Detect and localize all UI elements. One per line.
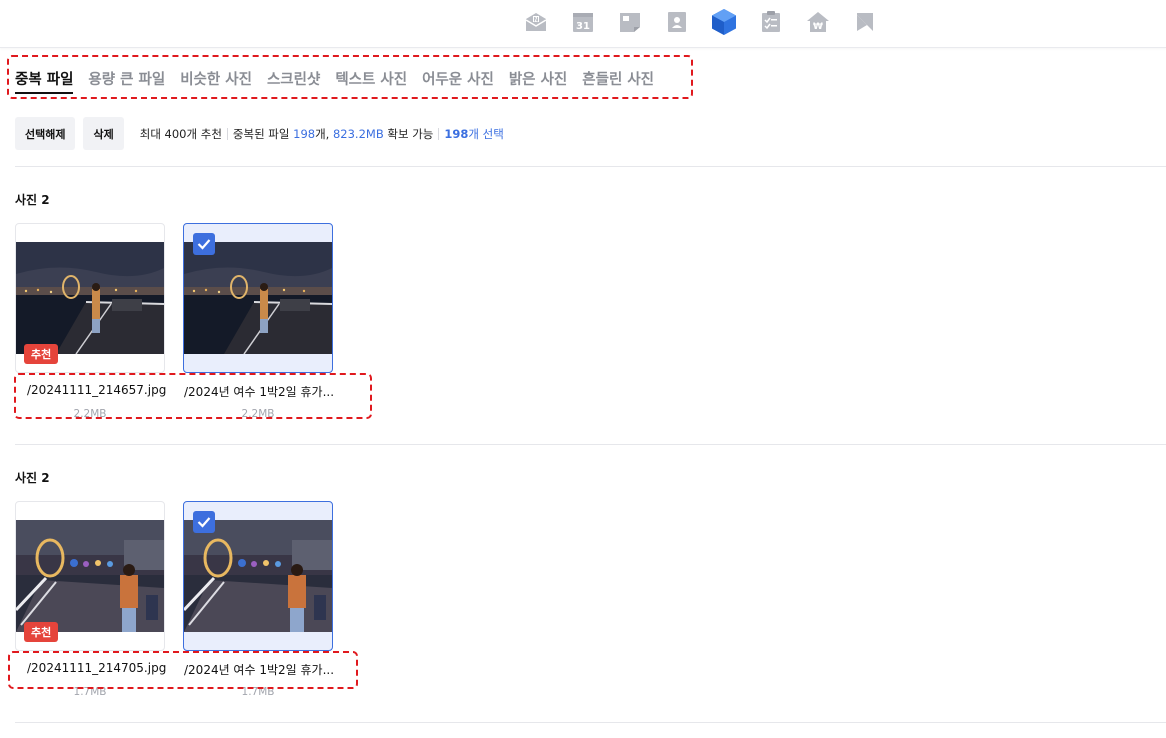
app-switcher-bar: N 31 ₩ — [0, 0, 1166, 48]
photo-card[interactable] — [183, 501, 333, 651]
category-tabs: 중복 파일 용량 큰 파일 비슷한 사진 스크린샷 텍스트 사진 어두운 사진 … — [15, 68, 669, 94]
file-name: /20241111_214657.jpg — [27, 383, 167, 397]
dup-suffix-text: 확보 가능 — [383, 126, 434, 141]
photo-thumbnail — [184, 520, 332, 632]
selected-count: 198 — [444, 126, 469, 141]
todo-icon[interactable] — [759, 10, 783, 34]
memo-icon[interactable] — [618, 10, 642, 34]
tab-similar-photos[interactable]: 비슷한 사진 — [180, 70, 252, 94]
recommend-badge: 추천 — [24, 344, 59, 364]
tab-blurry-photos[interactable]: 흔들린 사진 — [582, 70, 654, 94]
photo-card[interactable] — [183, 223, 333, 373]
tab-duplicate-files[interactable]: 중복 파일 — [15, 70, 74, 94]
bookmark-icon[interactable] — [853, 10, 877, 34]
tab-large-files[interactable]: 용량 큰 파일 — [88, 70, 165, 94]
deselect-button[interactable]: 선택해제 — [15, 117, 76, 150]
mail-icon[interactable]: N — [524, 10, 548, 34]
household-ledger-icon[interactable]: ₩ — [806, 10, 830, 34]
summary-info: 최대 400개 추천 중복된 파일 198 개, 823.2MB 확보 가능 1… — [140, 126, 504, 142]
divider — [15, 444, 1166, 445]
divider — [15, 166, 1166, 167]
tab-dark-photos[interactable]: 어두운 사진 — [422, 70, 494, 94]
action-toolbar: 선택해제 삭제 최대 400개 추천 중복된 파일 198 개, 823.2MB… — [15, 117, 504, 150]
selected-checkbox[interactable] — [193, 511, 215, 533]
recommend-badge: 추천 — [24, 622, 59, 642]
file-size: 2.2MB — [73, 408, 107, 420]
divider — [438, 127, 440, 140]
tab-screenshots[interactable]: 스크린샷 — [267, 70, 320, 94]
photo-thumbnail — [16, 520, 164, 632]
photo-card[interactable]: 추천 — [15, 223, 165, 373]
check-icon — [197, 239, 211, 250]
tab-text-photos[interactable]: 텍스트 사진 — [335, 70, 407, 94]
check-icon — [197, 517, 211, 528]
divider — [226, 127, 228, 140]
tab-bright-photos[interactable]: 밝은 사진 — [509, 70, 567, 94]
dup-prefix-text: 중복된 파일 — [232, 126, 294, 141]
selected-suffix-text: 개 선택 — [468, 126, 504, 141]
file-size: 1.7MB — [241, 686, 275, 698]
divider — [15, 722, 1166, 723]
svg-text:31: 31 — [576, 21, 590, 32]
delete-button[interactable]: 삭제 — [83, 117, 124, 150]
mybox-icon[interactable] — [711, 8, 737, 36]
dup-size: 823.2MB — [332, 126, 384, 141]
file-name: /2024년 여수 1박2일 휴가... — [184, 663, 335, 677]
max-recommend-text: 최대 400개 추천 — [139, 126, 222, 141]
group-title: 사진 2 — [15, 471, 50, 485]
calendar-icon[interactable]: 31 — [571, 10, 595, 34]
svg-text:₩: ₩ — [813, 22, 823, 32]
file-size: 2.2MB — [241, 408, 275, 420]
file-name: /2024년 여수 1박2일 휴가... — [184, 385, 335, 399]
photo-thumbnail — [184, 242, 332, 354]
photo-thumbnail — [16, 242, 164, 354]
file-name: /20241111_214705.jpg — [27, 661, 167, 675]
dup-count: 198 — [293, 126, 316, 141]
group-title: 사진 2 — [15, 193, 50, 207]
contacts-icon[interactable] — [665, 10, 689, 34]
photo-card[interactable]: 추천 — [15, 501, 165, 651]
file-size: 1.7MB — [73, 686, 107, 698]
svg-text:N: N — [533, 16, 538, 23]
selected-checkbox[interactable] — [193, 233, 215, 255]
dup-unit-text: 개, — [315, 126, 333, 141]
